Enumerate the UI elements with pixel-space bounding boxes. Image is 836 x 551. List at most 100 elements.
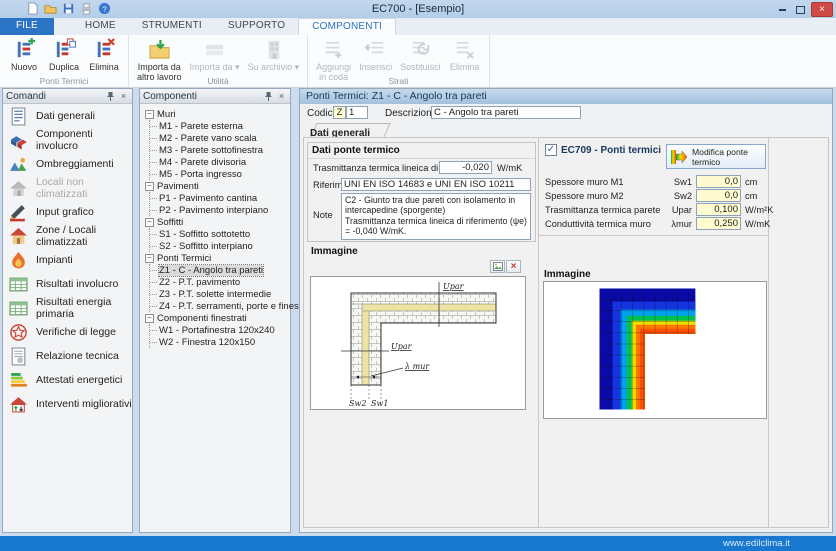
sw2-symbol: Sw2 bbox=[656, 191, 692, 201]
status-bar: www.edilclima.it bbox=[0, 536, 836, 551]
importa-da-button: Importa da ▾ bbox=[188, 37, 242, 73]
spessore-m2-label: Spessore muro M2 bbox=[545, 191, 624, 201]
collapse-icon[interactable]: − bbox=[145, 110, 154, 119]
sidebar-item-relazione-tecnica[interactable]: Relazione tecnica bbox=[3, 344, 132, 368]
tree-node-soffitti[interactable]: −Soffitti bbox=[145, 216, 288, 228]
tree-item-w1[interactable]: W1 - Portafinestra 120x240 bbox=[150, 324, 288, 336]
trasmittanza-field[interactable] bbox=[439, 161, 492, 174]
tree-node-ponti-termici[interactable]: −Ponti Termici bbox=[145, 252, 288, 264]
pin-icon[interactable] bbox=[105, 91, 116, 102]
sidebar-item-interventi-migliorativi[interactable]: Interventi migliorativi bbox=[3, 392, 132, 416]
energy-certificates-icon bbox=[9, 371, 28, 390]
tree-item-m1[interactable]: M1 - Parete esterna bbox=[150, 120, 288, 132]
codice-prefix-field[interactable] bbox=[333, 106, 346, 119]
sw1-field[interactable] bbox=[696, 175, 741, 188]
maximize-button[interactable] bbox=[793, 4, 808, 16]
tab-home[interactable]: HOME bbox=[72, 18, 129, 35]
tree-item-z3[interactable]: Z3 - P.T. solette intermedie bbox=[150, 288, 288, 300]
upar-field[interactable] bbox=[696, 203, 741, 216]
sidebar-item-risultati-involucro[interactable]: Risultati involucro bbox=[3, 272, 132, 296]
edilclima-link[interactable]: www.edilclima.it bbox=[723, 538, 790, 549]
unheated-rooms-icon bbox=[9, 179, 28, 198]
tree-item-w2[interactable]: W2 - Finestra 120x150 bbox=[150, 336, 288, 348]
ribbon-group-utilita: Importa da altro lavoro Importa da ▾ Su … bbox=[129, 35, 308, 87]
graphic-input-icon bbox=[9, 203, 28, 222]
heated-zones-icon bbox=[9, 227, 28, 246]
immagine-label: Immagine bbox=[311, 246, 358, 257]
sidebar-item-attestati-energetici[interactable]: Attestati energetici bbox=[3, 368, 132, 392]
pin-icon[interactable] bbox=[263, 91, 274, 102]
tree-node-pavimenti[interactable]: −Pavimenti bbox=[145, 180, 288, 192]
tree-node-muri[interactable]: −Muri bbox=[145, 108, 288, 120]
tree-item-z2[interactable]: Z2 - P.T. pavimento bbox=[150, 276, 288, 288]
sw1-dim-label: Sw1 bbox=[371, 399, 388, 408]
collapse-icon[interactable]: − bbox=[145, 218, 154, 227]
lambda-mur-field[interactable] bbox=[696, 217, 741, 230]
descrizione-field[interactable] bbox=[431, 106, 581, 119]
riferimento-field[interactable] bbox=[341, 178, 531, 191]
close-button[interactable]: × bbox=[811, 2, 833, 17]
main-panel-header: Ponti Termici: Z1 - C - Angolo tra paret… bbox=[300, 89, 832, 104]
delete-layers-icon bbox=[93, 38, 116, 61]
su-archivio-button: Su archivio ▾ bbox=[246, 37, 302, 73]
duplica-button[interactable]: Duplica bbox=[46, 37, 82, 73]
tab-componenti[interactable]: COMPONENTI bbox=[298, 18, 396, 35]
shading-icon bbox=[9, 155, 28, 174]
collapse-icon[interactable]: − bbox=[145, 254, 154, 263]
sostituisci-button: Sostituisci bbox=[398, 37, 443, 73]
tree-item-m3[interactable]: M3 - Parete sottofinestra bbox=[150, 144, 288, 156]
tree-item-m2[interactable]: M2 - Parete vano scala bbox=[150, 132, 288, 144]
tree-node-componenti-finestrati[interactable]: −Componenti finestrati bbox=[145, 312, 288, 324]
tab-dati-generali[interactable]: Dati generali bbox=[310, 123, 384, 138]
elimina-strato-button: Elimina bbox=[447, 37, 483, 73]
component-tree: −Muri M1 - Parete esterna M2 - Parete va… bbox=[140, 104, 290, 348]
collapse-icon[interactable]: − bbox=[145, 182, 154, 191]
tree-item-z4[interactable]: Z4 - P.T. serramenti, porte e finestre bbox=[150, 300, 288, 312]
close-panel-icon[interactable]: × bbox=[118, 91, 129, 102]
tree-item-p2[interactable]: P2 - Pavimento interpiano bbox=[150, 204, 288, 216]
sidebar-item-verifiche-di-legge[interactable]: Verifiche di legge bbox=[3, 320, 132, 344]
bridge-drawing-frame: Upar Upar λ mur Sw2 Sw1 bbox=[310, 276, 526, 410]
sidebar-item-risultati-energia-primaria[interactable]: Risultati energia primaria bbox=[3, 296, 132, 320]
codice-number-field[interactable] bbox=[346, 106, 368, 119]
tab-file[interactable]: FILE bbox=[0, 18, 54, 35]
ec709-checkbox-label: EC709 - Ponti termici bbox=[561, 145, 661, 156]
sw2-field[interactable] bbox=[696, 189, 741, 202]
tree-item-s1[interactable]: S1 - Soffitto sottotetto bbox=[150, 228, 288, 240]
tree-item-m5[interactable]: M5 - Porta ingresso bbox=[150, 168, 288, 180]
tree-item-z1-selected[interactable]: Z1 - C - Angolo tra pareti bbox=[150, 264, 288, 276]
sw2-unit: cm bbox=[745, 191, 757, 201]
sidebar-item-input-grafico[interactable]: Input grafico bbox=[3, 200, 132, 224]
sidebar-item-impianti[interactable]: Impianti bbox=[3, 248, 132, 272]
insert-image-button[interactable] bbox=[490, 260, 505, 273]
elimina-button[interactable]: Elimina bbox=[86, 37, 122, 73]
window-title: EC700 - [Esempio] bbox=[0, 3, 836, 15]
minimize-button[interactable] bbox=[775, 4, 790, 16]
import-folder-icon bbox=[148, 38, 171, 61]
envelope-results-table-icon bbox=[9, 275, 28, 294]
tree-item-s2[interactable]: S2 - Soffitto interpiano bbox=[150, 240, 288, 252]
tab-supporto[interactable]: SUPPORTO bbox=[215, 18, 298, 35]
tree-item-m4[interactable]: M4 - Parete divisoria bbox=[150, 156, 288, 168]
note-field[interactable]: C2 - Giunto tra due pareti con isolament… bbox=[341, 193, 531, 240]
ribbon-group-label: Strati bbox=[308, 76, 489, 86]
sidebar-item-componenti-involucro[interactable]: Componenti involucro bbox=[3, 128, 132, 152]
panel-title: Comandi bbox=[6, 91, 103, 102]
nuovo-button[interactable]: Nuovo bbox=[6, 37, 42, 73]
close-panel-icon[interactable]: × bbox=[276, 91, 287, 102]
sidebar-item-zone-locali-climatizzati[interactable]: Zone / Locali climatizzati bbox=[3, 224, 132, 248]
componenti-panel-header: Componenti × bbox=[140, 89, 290, 104]
sidebar-item-ombreggiamenti[interactable]: Ombreggiamenti bbox=[3, 152, 132, 176]
ec709-checkbox[interactable]: ✓ bbox=[545, 144, 557, 156]
delete-image-button[interactable]: × bbox=[506, 260, 521, 273]
panel-title: Componenti bbox=[143, 91, 261, 102]
collapse-icon[interactable]: − bbox=[145, 314, 154, 323]
sidebar-item-dati-generali[interactable]: Dati generali bbox=[3, 104, 132, 128]
title-bar: ? EC700 - [Esempio] × bbox=[0, 0, 836, 18]
tree-item-p1[interactable]: P1 - Pavimento cantina bbox=[150, 192, 288, 204]
tab-strumenti[interactable]: STRUMENTI bbox=[129, 18, 215, 35]
systems-flame-icon bbox=[9, 251, 28, 270]
upar-symbol: Upar bbox=[656, 205, 692, 215]
modifica-ponte-termico-button[interactable]: Modifica ponte termico bbox=[666, 144, 766, 169]
spessore-m1-label: Spessore muro M1 bbox=[545, 177, 624, 187]
